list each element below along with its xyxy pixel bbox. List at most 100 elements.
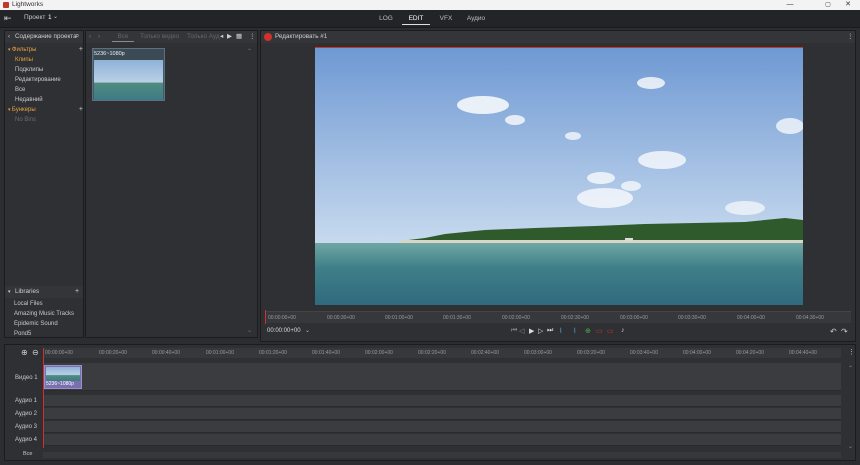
timeline-scroll-down-icon[interactable]: ⌄ — [848, 443, 853, 450]
library-local-files[interactable]: Local Files — [14, 299, 84, 309]
tab-video-only[interactable]: Только видео — [140, 31, 179, 43]
tree-bins[interactable]: ▾ Бункеры + — [8, 105, 83, 115]
track-label-audio-1[interactable]: Аудио 1 — [15, 398, 37, 404]
clip-thumbnail[interactable]: 5236~1080p — [92, 48, 165, 101]
viewer-more-icon[interactable]: ⋮ — [847, 31, 853, 43]
browser-toolbar: ‹ › Все Только видео Только Ауд ◂ ▶ ▦ ⋮ — [86, 31, 257, 43]
tab-log[interactable]: LOG — [372, 13, 400, 25]
browser-panel: ‹ › Все Только видео Только Ауд ◂ ▶ ▦ ⋮ … — [85, 30, 258, 338]
viewer-timecode[interactable]: 00:00:00+00 — [267, 328, 301, 334]
timeline-ruler-tick: 00:02:00+00 — [365, 350, 393, 356]
viewer-playhead[interactable] — [265, 310, 266, 324]
tab-audio-only[interactable]: Только Ауд — [187, 31, 220, 43]
zoom-out-icon[interactable]: ⊖ — [32, 348, 39, 357]
timeline-ruler[interactable]: 00:00:00+00 00:00:20+00 00:00:40+00 00:0… — [43, 348, 841, 358]
tab-vfx[interactable]: VFX — [432, 13, 460, 25]
scroll-up-icon[interactable]: ⌃ — [247, 48, 252, 55]
add-filter-icon[interactable]: + — [79, 45, 83, 55]
mark-out-icon[interactable]: ⌇ — [573, 327, 576, 335]
viewer-ruler-tick: 00:00:00+00 — [268, 315, 296, 321]
tab-all[interactable]: Все — [112, 31, 134, 42]
insert-icon[interactable]: ⊕ — [585, 327, 591, 335]
library-epidemic-sound[interactable]: Epidemic Sound — [14, 319, 84, 329]
track-label-audio-2[interactable]: Аудио 2 — [15, 411, 37, 417]
timeline-ruler-tick: 00:02:20+00 — [418, 350, 446, 356]
timeline-ruler-tick: 00:00:20+00 — [99, 350, 127, 356]
track-label-audio-4[interactable]: Аудио 4 — [15, 437, 37, 443]
undo-icon[interactable]: ↶ — [830, 327, 837, 336]
tree-item-clips[interactable]: Клипы — [8, 55, 83, 65]
library-amazing-music[interactable]: Amazing Music Tracks — [14, 309, 84, 319]
tab-audio[interactable]: Аудио — [462, 13, 490, 25]
forward-icon[interactable]: › — [98, 31, 100, 43]
track-video-1[interactable]: 5236~1080p — [43, 363, 841, 391]
project-number[interactable]: 1 — [48, 14, 52, 21]
play-button-icon[interactable]: ▶ — [529, 327, 534, 335]
zoom-in-icon[interactable]: ⊕ — [21, 348, 28, 357]
timeline-panel: ⊕ ⊖ 00:00:00+00 00:00:20+00 00:00:40+00 … — [4, 344, 856, 461]
timeline-scrollbar[interactable] — [43, 452, 841, 458]
tree-item-all[interactable]: Все — [8, 85, 83, 95]
play-icon[interactable]: ▶ — [227, 31, 232, 43]
search-icon[interactable]: ⌕ — [75, 30, 79, 42]
overwrite-icon[interactable]: ▭ — [596, 327, 603, 335]
tree-item-recent[interactable]: Недавний — [8, 95, 83, 105]
project-dropdown-icon[interactable]: ⌄ — [53, 13, 58, 20]
mark-in-icon[interactable]: ⌇ — [559, 327, 562, 335]
libraries-header[interactable]: ▾ Libraries + — [5, 286, 83, 298]
tree-item-subclips[interactable]: Подклипы — [8, 65, 83, 75]
step-forward-icon[interactable]: ▷ — [538, 327, 543, 335]
title-bar: Lightworks — ▢ ✕ — [0, 0, 860, 10]
viewer-header: Редактировать #1 ⋮ — [261, 31, 855, 43]
track-label-audio-3[interactable]: Аудио 3 — [15, 424, 37, 430]
track-audio-2[interactable] — [43, 408, 841, 420]
exit-icon[interactable]: ⇤ — [4, 13, 12, 24]
track-label-video-1[interactable]: Видео 1 — [15, 375, 38, 381]
collapse-icon[interactable]: ‹ — [8, 31, 10, 43]
add-library-icon[interactable]: + — [75, 286, 79, 298]
timeline-clip[interactable]: 5236~1080p — [44, 365, 82, 389]
add-bin-icon[interactable]: + — [79, 105, 83, 115]
project-label: Проект — [24, 14, 46, 21]
libraries-title: Libraries — [15, 288, 40, 295]
step-back-icon[interactable]: ◁ — [519, 327, 524, 335]
timeline-ruler-tick: 00:02:40+00 — [471, 350, 499, 356]
microphone-icon[interactable]: ♪ — [621, 327, 625, 334]
scroll-down-icon[interactable]: ⌄ — [247, 327, 252, 334]
skip-start-icon[interactable]: ⏮ — [511, 327, 517, 335]
track-audio-4[interactable] — [43, 434, 841, 446]
back-icon[interactable]: ‹ — [89, 31, 91, 43]
timeline-scroll-up-icon[interactable]: ⌃ — [848, 365, 853, 372]
tree-item-edits[interactable]: Редактирование — [8, 75, 83, 85]
minimize-button[interactable]: — — [780, 0, 800, 10]
viewer-ruler-tick: 00:00:30+00 — [327, 315, 355, 321]
track-audio-1[interactable] — [43, 395, 841, 407]
timecode-dropdown-icon[interactable]: ⌄ — [305, 327, 310, 334]
close-button[interactable]: ✕ — [838, 0, 858, 10]
video-frame-image — [315, 48, 803, 305]
libraries-list: Local Files Amazing Music Tracks Epidemi… — [14, 299, 84, 339]
timeline-ruler-tick: 00:01:40+00 — [312, 350, 340, 356]
more-icon[interactable]: ⋮ — [249, 31, 255, 43]
scroll-left-icon[interactable]: ◂ — [220, 31, 223, 43]
clip-name: 5236~1080p — [94, 49, 164, 60]
timeline-playhead[interactable] — [43, 348, 44, 448]
menu-bar: ⇤ Проект 1 ⌄ LOG EDIT VFX Аудио — [0, 10, 860, 28]
maximize-button[interactable]: ▢ — [818, 0, 838, 10]
all-tracks-label[interactable]: Все — [23, 451, 32, 457]
library-pond5[interactable]: Pond5 — [14, 329, 84, 339]
tree-filters[interactable]: ▾ Фильтры + — [8, 45, 83, 55]
redo-icon[interactable]: ↷ — [841, 327, 848, 336]
grid-view-icon[interactable]: ▦ — [236, 31, 242, 43]
project-panel-header: ‹ Содержание проекта ⌕ — [5, 31, 83, 43]
timeline-clip-name: 5236~1080p — [46, 381, 74, 387]
viewer-ruler[interactable]: 00:00:00+00 00:00:30+00 00:01:00+00 00:0… — [265, 310, 851, 324]
viewer-ruler-tick: 00:04:30+00 — [796, 315, 824, 321]
skip-end-icon[interactable]: ⏭ — [547, 327, 553, 335]
track-audio-3[interactable] — [43, 421, 841, 433]
replace-icon[interactable]: ▭ — [607, 327, 614, 335]
tab-edit[interactable]: EDIT — [402, 13, 430, 25]
timeline-more-icon[interactable]: ⋮ — [848, 348, 855, 356]
record-icon[interactable] — [264, 33, 272, 41]
tree-item-no-bins: No Bins — [15, 117, 37, 123]
